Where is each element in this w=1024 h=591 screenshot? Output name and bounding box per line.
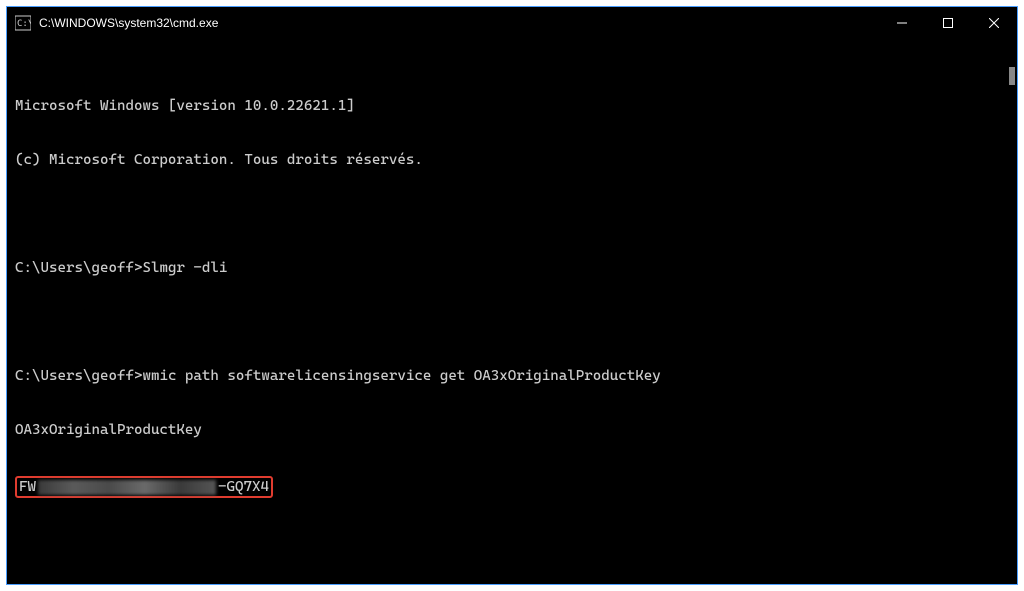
maximize-button[interactable]: [925, 7, 971, 39]
titlebar[interactable]: C:\ C:\WINDOWS\system32\cmd.exe: [7, 7, 1017, 39]
command-1: Slmgr -dli: [142, 260, 227, 276]
output-header-line: OA3xOriginalProductKey: [15, 421, 1009, 439]
titlebar-left: C:\ C:\WINDOWS\system32\cmd.exe: [15, 15, 218, 31]
command-line-2: C:\Users\geoff>wmic path softwarelicensi…: [15, 367, 1009, 385]
product-key-highlight: FW -GQ7X4: [15, 476, 273, 498]
version-line: Microsoft Windows [version 10.0.22621.1]: [15, 97, 1009, 115]
command-line-1: C:\Users\geoff>Slmgr -dli: [15, 259, 1009, 277]
close-button[interactable]: [971, 7, 1017, 39]
cmd-icon: C:\: [15, 15, 31, 31]
prompt-path-2: C:\Users\geoff>: [15, 368, 142, 384]
terminal-body[interactable]: Microsoft Windows [version 10.0.22621.1]…: [7, 39, 1017, 584]
cmd-window: C:\ C:\WINDOWS\system32\cmd.exe Microsof…: [6, 6, 1018, 585]
command-2: wmic path softwarelicensingservice get O…: [142, 368, 660, 384]
minimize-button[interactable]: [879, 7, 925, 39]
titlebar-controls: [879, 7, 1017, 39]
prompt-path-1: C:\Users\geoff>: [15, 260, 142, 276]
blank-line: [15, 205, 1009, 223]
copyright-line: (c) Microsoft Corporation. Tous droits r…: [15, 151, 1009, 169]
scrollbar-thumb[interactable]: [1009, 67, 1015, 85]
key-suffix: -GQ7X4: [218, 479, 269, 495]
key-blurred: [38, 480, 216, 495]
blank-line: [15, 313, 1009, 331]
blank-line: [15, 534, 1009, 552]
svg-text:C:\: C:\: [17, 19, 31, 29]
window-title: C:\WINDOWS\system32\cmd.exe: [39, 16, 218, 30]
product-key-line: FW -GQ7X4: [15, 475, 1009, 498]
key-prefix: FW: [19, 479, 36, 495]
